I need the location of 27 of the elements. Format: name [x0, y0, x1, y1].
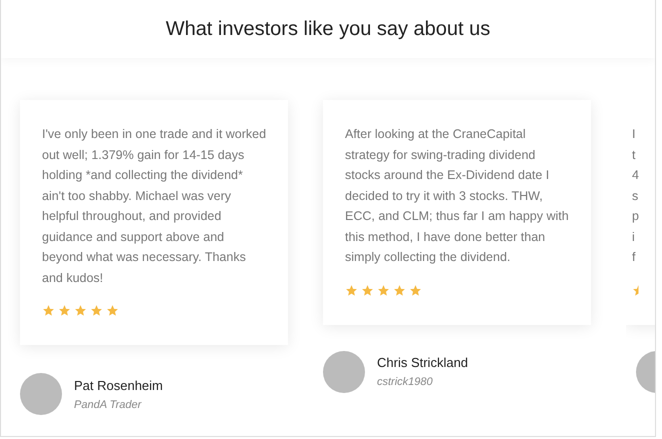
quote-fragment: f	[632, 249, 636, 266]
half-star-icon	[632, 284, 638, 296]
star-icon	[345, 284, 358, 296]
quote-fragment: p	[632, 208, 640, 225]
section-heading: What investors like you say about us	[166, 18, 490, 40]
author-subtitle: PandA Trader	[74, 398, 143, 410]
testimonial-quote: After looking at the CraneCapital strategy for swing-trading dividend stocks around the Ex-Dividend date I decided to try it with 3 stocks. THW, ECC, and CLM; thus far I am happy with this method, I have done better than simply collecting the dividend.	[345, 126, 570, 266]
star-icon	[106, 304, 119, 317]
quote-fragment: s	[632, 188, 640, 204]
quote-fragment: I	[632, 126, 636, 143]
star-icon	[377, 284, 390, 296]
quote-fragment: i	[632, 228, 636, 246]
avatar-placeholder	[323, 350, 365, 392]
quote-fragment: t	[632, 146, 636, 164]
author-subtitle: cstrick1980	[377, 376, 434, 388]
star-icon	[90, 304, 103, 317]
avatar-placeholder	[20, 373, 62, 415]
star-icon	[361, 284, 374, 296]
quote-fragment: 4	[632, 167, 640, 184]
star-icon	[58, 304, 71, 317]
author-name: Pat Rosenheim	[74, 378, 163, 392]
star-icon	[42, 304, 55, 317]
star-icon	[393, 284, 406, 296]
star-icon	[74, 304, 87, 317]
author-name: Chris Strickland	[377, 355, 468, 370]
star-icon	[409, 284, 422, 296]
testimonial-quote: I've only been in one trade and it worked out well; 1.379% gain for 14-15 days holding *and collecting the dividend* ain't too shabby. Michael was very helpful throughout, and provided guidance and support above and beyond what was necessary. Thanks and kudos!	[42, 126, 268, 286]
